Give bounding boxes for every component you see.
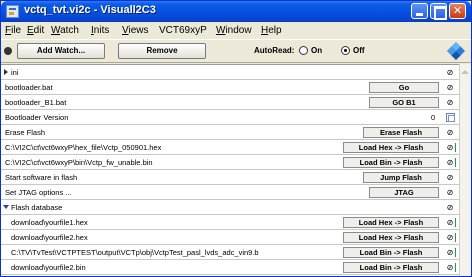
no-entry-icon[interactable]: ⊘ bbox=[445, 232, 455, 243]
status-marker bbox=[455, 158, 456, 167]
row-label: bootloader.bat bbox=[5, 83, 53, 92]
list-row[interactable]: bootloader_B1.bat GO B1 ⊘ bbox=[1, 95, 459, 110]
remove-button[interactable]: Remove bbox=[118, 43, 206, 59]
scroll-up-icon[interactable] bbox=[461, 70, 469, 74]
menu-help[interactable]: Help bbox=[261, 25, 282, 36]
no-entry-icon[interactable]: ⊘ bbox=[445, 97, 455, 108]
row-label: bootloader_B1.bat bbox=[5, 98, 67, 107]
no-entry-icon[interactable]: ⊘ bbox=[445, 262, 455, 273]
status-marker bbox=[455, 143, 456, 152]
app-window: vctq_tvt.vi2c - Visuall2C3 ✕ File Edit W… bbox=[0, 0, 472, 277]
jump-flash-button[interactable]: Jump Flash bbox=[363, 172, 439, 183]
status-marker bbox=[455, 263, 456, 272]
list-row[interactable]: C:\TV\TvTest\VCTPTEST\output\VCTp\obj\Vc… bbox=[1, 245, 459, 260]
autoread-label: AutoRead: bbox=[254, 46, 295, 55]
status-marker bbox=[455, 218, 456, 227]
menu-window[interactable]: Window bbox=[216, 25, 252, 36]
close-button[interactable]: ✕ bbox=[449, 3, 466, 19]
list-row[interactable]: C:\VI2C\ct\vct6wxyP\bin\Vctp_fw_unable.b… bbox=[1, 155, 459, 170]
no-entry-icon[interactable]: ⊘ bbox=[445, 247, 455, 258]
autoread-on-label: On bbox=[311, 46, 323, 55]
maximize-button[interactable] bbox=[430, 3, 447, 20]
list-row[interactable]: download\yourfile2.hex Load Hex -> Flash ⊘ bbox=[1, 230, 459, 245]
list-row[interactable]: bootloader.bat Go ⊘ bbox=[1, 80, 459, 95]
watch-list: ini ⊘ bootloader.bat Go ⊘ bootloader_B1.bat GO… bbox=[1, 64, 459, 276]
load-hex-flash-button[interactable]: Load Hex -> Flash bbox=[343, 217, 439, 228]
group-row[interactable]: Flash database ⊘ bbox=[1, 200, 459, 215]
no-entry-icon[interactable]: ⊘ bbox=[445, 127, 455, 138]
load-hex-flash-button[interactable]: Load Hex -> Flash bbox=[343, 142, 439, 153]
erase-flash-button[interactable]: Erase Flash bbox=[363, 127, 439, 138]
list-row[interactable]: Bootloader Version 0 bbox=[1, 110, 459, 125]
add-watch-button[interactable]: Add Watch... bbox=[17, 43, 105, 59]
row-label: download\yourfile1.hex bbox=[11, 218, 88, 227]
app-window-icon bbox=[6, 5, 19, 18]
row-label: C:\TV\TvTest\VCTPTEST\output\VCTp\obj\Vc… bbox=[11, 248, 259, 257]
window-title: vctq_tvt.vi2c - Visuall2C3 bbox=[24, 4, 156, 16]
row-value: 0 bbox=[431, 113, 436, 122]
menu-bar: File Edit Watch Inits Views VCT69xyP Win… bbox=[1, 22, 471, 39]
list-row[interactable]: Set JTAG options ... JTAG ⊘ bbox=[1, 185, 459, 200]
no-entry-icon[interactable]: ⊘ bbox=[445, 187, 455, 198]
list-row[interactable]: Erase Flash Erase Flash ⊘ bbox=[1, 125, 459, 140]
autoread-off-label: Off bbox=[353, 46, 365, 55]
no-entry-icon[interactable]: ⊘ bbox=[445, 157, 455, 168]
menu-watch[interactable]: Watch bbox=[51, 25, 79, 36]
no-entry-icon[interactable]: ⊘ bbox=[445, 172, 455, 183]
expand-arrow-icon[interactable] bbox=[4, 69, 8, 75]
menu-file[interactable]: File bbox=[5, 25, 21, 36]
vertical-scrollbar[interactable] bbox=[459, 64, 471, 276]
list-row[interactable]: Start software in flash Jump Flash ⊘ bbox=[1, 170, 459, 185]
autoread-off-radio[interactable] bbox=[341, 46, 350, 55]
group-row[interactable]: ini ⊘ bbox=[1, 65, 459, 80]
no-entry-icon[interactable]: ⊘ bbox=[445, 142, 455, 153]
row-label: download\yourfile2.hex bbox=[11, 233, 88, 242]
list-row[interactable]: download\yourfile2.bin Load Bin -> Flash ⊘ bbox=[1, 260, 459, 275]
load-bin-flash-button[interactable]: Load Bin -> Flash bbox=[343, 157, 439, 168]
row-label: Erase Flash bbox=[5, 128, 46, 137]
status-dot-icon bbox=[4, 47, 12, 55]
row-label: Set JTAG options ... bbox=[5, 188, 72, 197]
status-marker bbox=[455, 233, 456, 242]
load-hex-flash-button[interactable]: Load Hex -> Flash bbox=[343, 232, 439, 243]
title-bar[interactable]: vctq_tvt.vi2c - Visuall2C3 ✕ bbox=[1, 1, 471, 22]
no-entry-icon[interactable]: ⊘ bbox=[445, 67, 455, 78]
collapse-arrow-icon[interactable] bbox=[3, 205, 9, 209]
jtag-button[interactable]: JTAG bbox=[369, 187, 439, 198]
menu-vct69xyp[interactable]: VCT69xyP bbox=[159, 25, 207, 36]
load-bin-flash-button[interactable]: Load Bin -> Flash bbox=[343, 262, 439, 273]
menu-edit[interactable]: Edit bbox=[27, 25, 44, 36]
status-marker bbox=[455, 248, 456, 257]
minimize-button[interactable] bbox=[411, 3, 428, 19]
row-label: C:\VI2C\ct\vct6wxyP\hex_file\Vctp_050901… bbox=[5, 143, 162, 152]
menu-inits[interactable]: Inits bbox=[91, 25, 109, 36]
autoread-on-radio[interactable] bbox=[299, 46, 308, 55]
list-row[interactable]: download\yourfile1.hex Load Hex -> Flash ⊘ bbox=[1, 215, 459, 230]
checkbox-icon[interactable] bbox=[446, 113, 455, 122]
no-entry-icon[interactable]: ⊘ bbox=[445, 217, 455, 228]
menu-views[interactable]: Views bbox=[122, 25, 149, 36]
load-bin-flash-button[interactable]: Load Bin -> Flash bbox=[343, 247, 439, 258]
no-entry-icon[interactable]: ⊘ bbox=[445, 202, 455, 213]
go-b1-button[interactable]: GO B1 bbox=[369, 97, 439, 108]
diamond-icon[interactable] bbox=[447, 42, 465, 60]
row-label: Bootloader Version bbox=[5, 113, 69, 122]
go-button[interactable]: Go bbox=[369, 82, 439, 93]
list-row[interactable]: C:\VI2C\ct\vct6wxyP\hex_file\Vctp_050901… bbox=[1, 140, 459, 155]
row-label: C:\VI2C\ct\vct6wxyP\bin\Vctp_fw_unable.b… bbox=[5, 158, 153, 167]
row-label: Flash database bbox=[11, 203, 63, 212]
no-entry-icon[interactable]: ⊘ bbox=[445, 82, 455, 93]
row-label: download\yourfile2.bin bbox=[11, 263, 86, 272]
toolbar: Add Watch... Remove AutoRead: On Off bbox=[1, 39, 471, 63]
row-label: Start software in flash bbox=[5, 173, 78, 182]
row-label: ini bbox=[11, 68, 19, 77]
